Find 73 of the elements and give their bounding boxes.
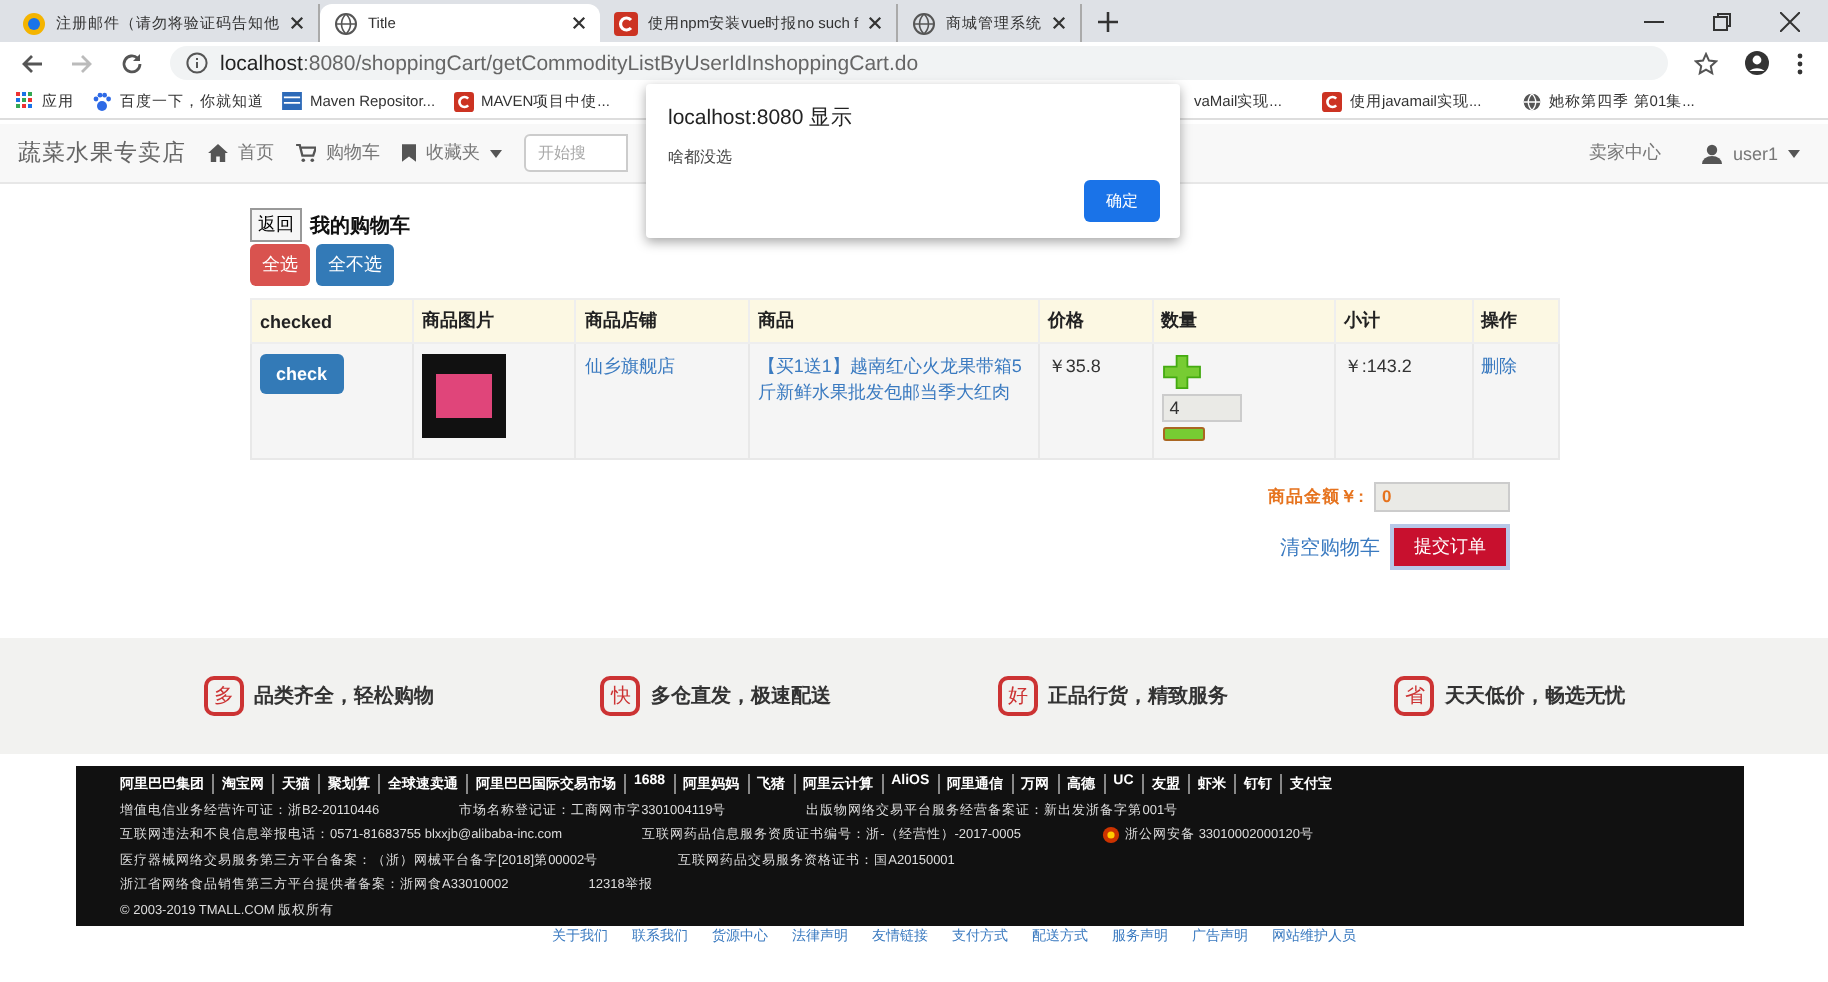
reload-icon[interactable] <box>120 51 144 75</box>
column-header: 价格 <box>1038 299 1153 343</box>
total-field: 0 <box>1374 482 1510 512</box>
user-menu[interactable]: user1 <box>1732 143 1778 163</box>
column-header: 商品 <box>748 299 1039 343</box>
dialog-title: localhost:8080 显示 <box>668 104 856 132</box>
seller-center-link[interactable]: 卖家中心 <box>1588 140 1661 166</box>
select-none-button[interactable]: 全不选 <box>316 244 394 286</box>
c-logo-icon[interactable] <box>1321 91 1342 111</box>
globe-icon <box>912 11 937 35</box>
select-all-button[interactable]: 全选 <box>250 244 310 286</box>
total-label: 商品金额￥: <box>1268 485 1364 509</box>
nav-link[interactable]: 首页 <box>238 140 274 166</box>
hexagon-badge: 快 <box>600 676 641 716</box>
nav-link[interactable]: 购物车 <box>326 140 380 166</box>
column-header: checked <box>251 299 413 343</box>
globe-icon <box>334 11 358 35</box>
clear-cart-link[interactable]: 清空购物车 <box>1280 533 1380 561</box>
caret-icon[interactable] <box>490 149 502 157</box>
paw-icon[interactable] <box>92 91 112 111</box>
delete-link[interactable]: 删除 <box>1481 356 1518 376</box>
c-logo-icon[interactable] <box>453 91 474 111</box>
feature-text: 品类齐全，轻松购物 <box>253 682 434 710</box>
new-tab-icon[interactable] <box>1098 11 1119 31</box>
feature-text: 多仓直发，极速配送 <box>650 683 831 710</box>
cart-icon[interactable] <box>296 144 316 162</box>
circle-logo-icon <box>22 11 46 35</box>
shop-link[interactable]: 仙乡旗舰店 <box>584 356 675 376</box>
close-icon[interactable] <box>1052 16 1067 30</box>
address-field[interactable]: localhost:8080/shoppingCart/getCommodityListByUserIdInshoppingCart.do <box>170 46 1668 80</box>
quantity-field[interactable]: 4 <box>1161 394 1242 422</box>
more-icon[interactable] <box>1796 51 1804 75</box>
bookmark-icon[interactable] <box>402 144 416 162</box>
hexagon-badge: 好 <box>997 676 1038 716</box>
store-brand[interactable]: 蔬菜水果专卖店 <box>18 138 186 168</box>
user-icon[interactable] <box>1702 143 1723 163</box>
check-button[interactable]: check <box>260 354 344 394</box>
hexagon-badge: 多 <box>203 676 244 716</box>
close-icon[interactable] <box>868 16 883 30</box>
grid-logo-icon[interactable] <box>282 92 302 110</box>
home-icon[interactable] <box>208 144 228 162</box>
column-header: 商品店铺 <box>575 299 749 343</box>
profile-icon[interactable] <box>1744 50 1770 76</box>
feature-text: 正品行货，精致服务 <box>1047 683 1228 710</box>
submit-order-button[interactable]: 提交订单 <box>1390 524 1510 570</box>
minus-icon[interactable] <box>1161 426 1206 442</box>
feature-text: 天天低价，畅选无忧 <box>1444 683 1625 710</box>
column-header: 数量 <box>1152 299 1335 343</box>
close-icon[interactable] <box>290 16 304 30</box>
emblem-icon <box>1101 826 1120 844</box>
apps-grid-icon[interactable] <box>16 92 34 110</box>
dialog-message: 啥都没选 <box>668 146 734 168</box>
back-arrow-icon[interactable] <box>20 51 44 75</box>
ok-button[interactable]: 确定 <box>1084 180 1160 222</box>
globe-icon[interactable] <box>1521 91 1542 111</box>
caret-icon[interactable] <box>1788 149 1800 157</box>
column-header: 小计 <box>1334 299 1473 343</box>
column-header: 操作 <box>1472 299 1559 343</box>
back-button[interactable]: 返回 <box>250 208 302 242</box>
nav-link[interactable]: 收藏夹 <box>426 140 480 166</box>
info-icon <box>186 52 208 74</box>
column-header: 商品图片 <box>412 299 576 343</box>
subtotal-text: ￥:143.2 <box>1343 356 1412 376</box>
cart-title: 我的购物车 <box>310 212 410 239</box>
plus-icon[interactable] <box>1161 354 1202 390</box>
close-icon[interactable] <box>1780 11 1800 31</box>
product-photo-placeholder <box>421 354 506 438</box>
c-logo-icon <box>614 11 638 35</box>
close-icon[interactable] <box>572 16 586 30</box>
hexagon-badge: 省 <box>1394 676 1435 716</box>
star-icon[interactable] <box>1694 51 1718 75</box>
price-text: ￥35.8 <box>1047 356 1101 376</box>
restore-icon[interactable] <box>1712 11 1732 31</box>
